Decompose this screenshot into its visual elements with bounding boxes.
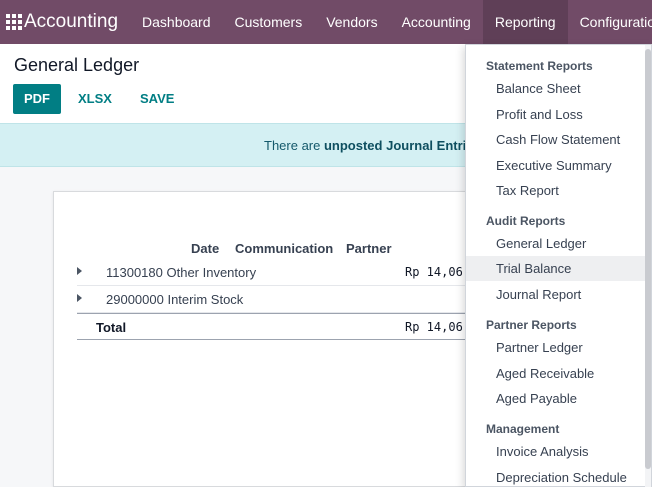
menu-item-cash-flow-statement[interactable]: Cash Flow Statement bbox=[466, 127, 646, 152]
menu-item-balance-sheet[interactable]: Balance Sheet bbox=[466, 76, 646, 101]
save-button[interactable]: SAVE bbox=[129, 84, 185, 114]
menu-item-tax-report[interactable]: Tax Report bbox=[466, 178, 646, 203]
menu-accounting[interactable]: Accounting bbox=[390, 0, 483, 44]
menu-item-journal-report[interactable]: Journal Report bbox=[466, 282, 646, 307]
account-amount: Rp 14,06 bbox=[405, 265, 463, 279]
menu-dashboard[interactable]: Dashboard bbox=[130, 0, 223, 44]
section-header-management: Management bbox=[486, 422, 560, 436]
menu-item-trial-balance[interactable]: Trial Balance bbox=[466, 256, 646, 281]
apps-menu-button[interactable] bbox=[0, 0, 22, 44]
menu-configuration[interactable]: Configuration bbox=[568, 0, 652, 44]
menu-item-executive-summary[interactable]: Executive Summary bbox=[466, 153, 646, 178]
menu-item-aged-receivable[interactable]: Aged Receivable bbox=[466, 361, 646, 386]
menu-item-partner-ledger[interactable]: Partner Ledger bbox=[466, 335, 646, 360]
menu-customers[interactable]: Customers bbox=[223, 0, 315, 44]
menu-item-aged-payable[interactable]: Aged Payable bbox=[466, 386, 646, 411]
scrollbar-thumb[interactable] bbox=[645, 49, 651, 469]
menu-item-general-ledger[interactable]: General Ledger bbox=[466, 231, 646, 256]
total-label: Total bbox=[96, 320, 127, 335]
report-button-row: PDF XLSX SAVE bbox=[13, 84, 185, 114]
menu-reporting[interactable]: Reporting bbox=[482, 0, 568, 44]
caret-right-icon[interactable] bbox=[77, 294, 82, 302]
dropdown-scrollbar[interactable] bbox=[645, 45, 651, 487]
ledger-row[interactable]: 11300180 Other Inventory Rp 14,06 bbox=[77, 259, 477, 286]
pdf-button[interactable]: PDF bbox=[13, 84, 61, 114]
menu-item-profit-and-loss[interactable]: Profit and Loss bbox=[466, 102, 646, 127]
xlsx-button[interactable]: XLSX bbox=[67, 84, 123, 114]
menu-item-depreciation-schedule[interactable]: Depreciation Schedule bbox=[466, 465, 646, 487]
page-title: General Ledger bbox=[14, 55, 140, 75]
menu-item-invoice-analysis[interactable]: Invoice Analysis bbox=[466, 439, 646, 464]
reporting-dropdown-menu: Statement Reports Balance Sheet Profit a… bbox=[465, 44, 652, 487]
ledger-row[interactable]: 29000000 Interim Stock bbox=[77, 286, 477, 313]
alert-message: There are unposted Journal Entries bbox=[264, 138, 481, 153]
column-header-date: Date bbox=[191, 241, 220, 256]
menu-vendors[interactable]: Vendors bbox=[314, 0, 389, 44]
alert-prefix: There are bbox=[264, 138, 324, 153]
account-name: 11300180 Other Inventory bbox=[106, 265, 257, 280]
total-amount: Rp 14,06 bbox=[405, 320, 463, 334]
caret-right-icon[interactable] bbox=[77, 267, 82, 275]
total-row: Total Rp 14,06 bbox=[77, 313, 477, 340]
column-header-partner: Partner bbox=[346, 241, 392, 256]
section-header-audit-reports: Audit Reports bbox=[486, 214, 566, 228]
column-header-communication: Communication bbox=[235, 241, 334, 256]
section-header-partner-reports: Partner Reports bbox=[486, 318, 577, 332]
apps-grid-icon bbox=[6, 14, 22, 30]
top-navbar: Accounting Dashboard Customers Vendors A… bbox=[0, 0, 652, 44]
app-title[interactable]: Accounting bbox=[24, 11, 118, 33]
section-header-statement-reports: Statement Reports bbox=[486, 59, 593, 73]
unposted-entries-link[interactable]: unposted Journal Entries bbox=[324, 138, 481, 153]
account-name: 29000000 Interim Stock bbox=[106, 292, 244, 307]
